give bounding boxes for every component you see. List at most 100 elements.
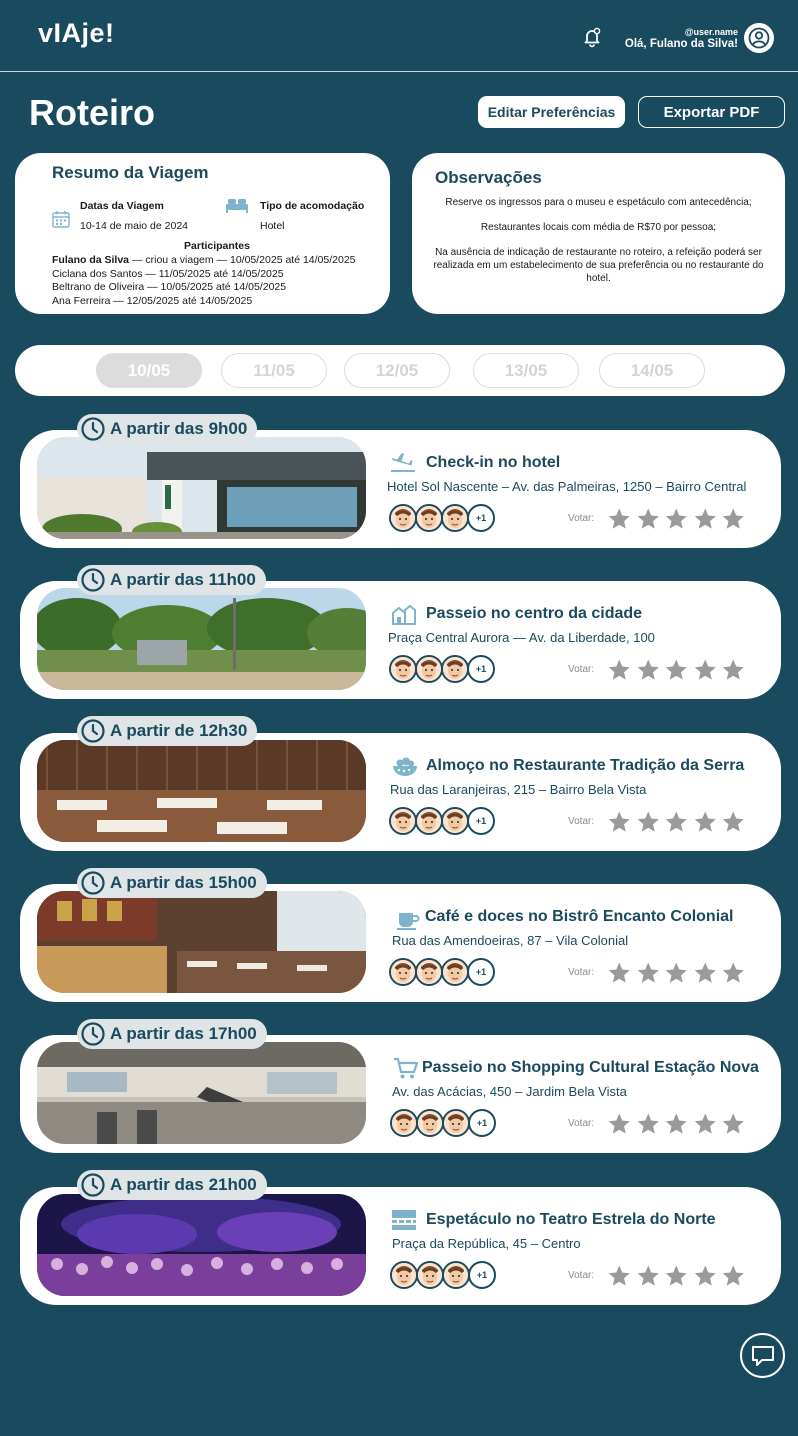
star-rating[interactable] [607, 1264, 746, 1288]
star-icon[interactable] [664, 961, 689, 985]
star-icon[interactable] [693, 658, 718, 682]
event-time: A partir de 12h30 [110, 721, 248, 740]
more-attendees-badge[interactable]: +1 [468, 1109, 496, 1137]
star-icon[interactable] [607, 1264, 632, 1288]
vote-label: Votar: [568, 664, 595, 675]
star-icon[interactable] [607, 961, 632, 985]
export-pdf-button[interactable]: Exportar PDF [638, 96, 785, 128]
more-attendees-badge[interactable]: +1 [468, 1261, 496, 1289]
attendee-avatar [389, 807, 417, 835]
star-icon[interactable] [693, 507, 718, 531]
trip-summary-card: Resumo da Viagem Datas da Viagem 10-14 d… [15, 153, 390, 314]
star-rating[interactable] [607, 658, 746, 682]
star-icon[interactable] [607, 810, 632, 834]
star-icon[interactable] [721, 1112, 746, 1136]
app-logo[interactable]: vIAje! [38, 18, 115, 49]
attendees-group[interactable]: +1 [389, 504, 499, 534]
participants-label: Participantes [184, 240, 250, 252]
star-icon[interactable] [693, 961, 718, 985]
attendees-group[interactable]: +1 [389, 958, 499, 988]
star-icon[interactable] [721, 810, 746, 834]
star-icon[interactable] [636, 658, 661, 682]
star-icon[interactable] [636, 810, 661, 834]
star-icon[interactable] [664, 1112, 689, 1136]
attendee-avatar [441, 958, 469, 986]
attendee-avatar [441, 807, 469, 835]
itinerary-event-card[interactable]: Espetáculo no Teatro Estrela do Norte Pr… [20, 1187, 781, 1305]
observation-note: Reserve os ingressos para o museu e espe… [445, 197, 752, 208]
itinerary-event-card[interactable]: Passeio no Shopping Cultural Estação Nov… [20, 1035, 781, 1153]
city-buildings-icon [390, 602, 418, 626]
star-icon[interactable] [607, 507, 632, 531]
itinerary-event-card[interactable]: Check-in no hotel Hotel Sol Nascente – A… [20, 430, 781, 548]
attendees-group[interactable]: +1 [390, 1109, 500, 1139]
star-icon[interactable] [721, 507, 746, 531]
event-title: Passeio no Shopping Cultural Estação Nov… [422, 1059, 759, 1076]
observation-note: Restaurantes locais com média de R$70 po… [480, 222, 717, 233]
star-icon[interactable] [721, 658, 746, 682]
star-icon[interactable] [693, 1112, 718, 1136]
attendee-avatar [441, 504, 469, 532]
event-title: Almoço no Restaurante Tradição da Serra [426, 757, 745, 774]
more-attendees-badge[interactable]: +1 [467, 958, 495, 986]
star-icon[interactable] [636, 1112, 661, 1136]
more-attendees-badge[interactable]: +1 [467, 807, 495, 835]
attendees-group[interactable]: +1 [389, 655, 499, 685]
attendee-avatar [442, 1109, 470, 1137]
star-icon[interactable] [664, 507, 689, 531]
hotel-photo [37, 437, 366, 539]
event-address: Praça Central Aurora — Av. da Liberdade,… [388, 630, 655, 645]
star-icon[interactable] [607, 658, 632, 682]
star-icon[interactable] [721, 961, 746, 985]
star-rating[interactable] [607, 810, 746, 834]
dates-value: 10-14 de maio de 2024 [80, 220, 188, 232]
star-icon[interactable] [636, 1264, 661, 1288]
food-bowl-icon [391, 754, 419, 778]
clock-icon [81, 568, 105, 592]
star-rating[interactable] [607, 1112, 746, 1136]
itinerary-event-card[interactable]: Café e doces no Bistrô Encanto Colonial … [20, 884, 781, 1002]
attendees-group[interactable]: +1 [390, 1261, 500, 1291]
bistro-photo [37, 891, 366, 993]
username: @user.name [684, 27, 738, 37]
attendees-group[interactable]: +1 [389, 807, 499, 837]
star-icon[interactable] [636, 961, 661, 985]
date-tab[interactable]: 13/05 [473, 353, 579, 388]
more-attendees-badge[interactable]: +1 [467, 504, 495, 532]
star-icon[interactable] [693, 1264, 718, 1288]
date-tab[interactable]: 11/05 [221, 353, 327, 388]
page-title: Roteiro [29, 92, 155, 133]
itinerary-event-card[interactable]: Almoço no Restaurante Tradição da Serra … [20, 733, 781, 851]
observation-note: Na ausência de indicação de restaurante … [433, 247, 764, 284]
star-icon[interactable] [664, 658, 689, 682]
date-tab[interactable]: 10/05 [96, 353, 202, 388]
star-icon[interactable] [721, 1264, 746, 1288]
star-icon[interactable] [664, 1264, 689, 1288]
vote-label: Votar: [568, 1270, 595, 1281]
event-time: A partir das 9h00 [110, 419, 248, 438]
star-icon[interactable] [636, 507, 661, 531]
bell-icon[interactable] [581, 26, 603, 48]
edit-preferences-button[interactable]: Editar Preferências [478, 96, 625, 128]
star-rating[interactable] [607, 507, 746, 531]
user-avatar-icon[interactable] [744, 23, 774, 53]
chat-button[interactable] [740, 1333, 785, 1378]
more-attendees-badge[interactable]: +1 [467, 655, 495, 683]
star-icon[interactable] [607, 1112, 632, 1136]
event-time: A partir das 17h00 [110, 1024, 257, 1043]
bed-icon [226, 199, 248, 213]
participant-row: Ana Ferreira — 12/05/2025 até 14/05/2025 [52, 295, 253, 308]
event-time-badge: A partir das 17h00 [77, 1019, 267, 1049]
star-icon[interactable] [664, 810, 689, 834]
top-bar: vIAje! @user.name Olá, Fulano da Silva! [0, 0, 798, 72]
observations-card: Observações Reserve os ingressos para o … [412, 153, 785, 314]
star-icon[interactable] [693, 810, 718, 834]
attendee-avatar [389, 504, 417, 532]
date-tab[interactable]: 14/05 [599, 353, 705, 388]
attendee-avatar [415, 807, 443, 835]
coffee-cup-icon [394, 907, 422, 931]
clock-icon [81, 417, 105, 441]
date-tab[interactable]: 12/05 [344, 353, 450, 388]
itinerary-event-card[interactable]: Passeio no centro da cidade Praça Centra… [20, 581, 781, 699]
star-rating[interactable] [607, 961, 746, 985]
